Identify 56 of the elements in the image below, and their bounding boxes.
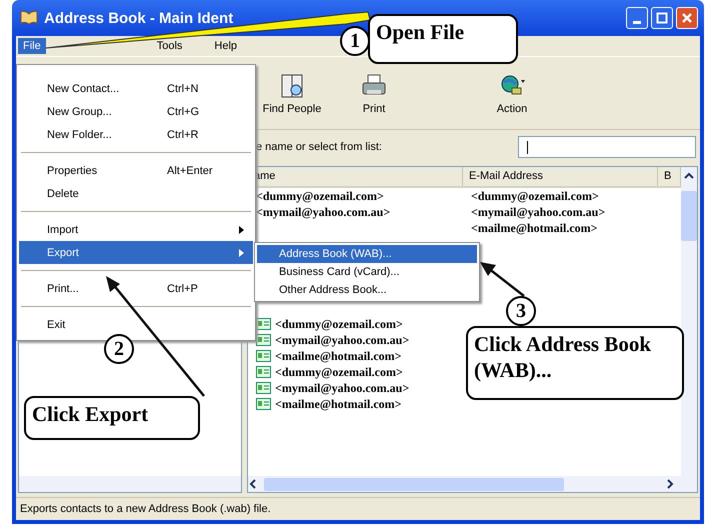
table-cell: <dummy@ozemail.com> (256, 188, 384, 204)
vertical-scrollbar[interactable] (681, 167, 697, 492)
maximize-icon (656, 12, 668, 24)
contact-card-icon (256, 365, 271, 379)
status-bar: Exports contacts to a new Address Book (.wab) file. (16, 497, 700, 520)
close-icon (681, 12, 693, 24)
table-cell: <mymail@yahoo.com.au> (256, 204, 390, 220)
menu-item[interactable]: File (18, 38, 46, 54)
menu-item[interactable]: Export (19, 241, 253, 264)
table-cell: <mymail@yahoo.com.au> (471, 204, 606, 220)
submenu-arrow-icon (239, 248, 245, 256)
table-cell: <dummy@ozemail.com> (275, 364, 403, 380)
menu-item[interactable]: Exit (19, 313, 253, 336)
minimize-button[interactable] (626, 7, 648, 29)
table-cell: <mailme@hotmail.com> (275, 348, 402, 364)
toolbar-button[interactable]: Action (476, 70, 548, 116)
search-field[interactable] (518, 136, 696, 158)
book-icon (20, 10, 38, 26)
scroll-thumb[interactable] (681, 191, 697, 241)
table-cell: <dummy@ozemail.com> (275, 316, 403, 332)
menu-item[interactable]: New Group... Ctrl+G (19, 100, 253, 123)
callout-box: Click Address Book (WAB)... (466, 326, 684, 400)
search-label: e name or select from list: (256, 141, 383, 153)
horizontal-scrollbar[interactable] (19, 476, 241, 492)
scroll-up-icon[interactable] (684, 171, 694, 181)
contact-card-icon (256, 333, 271, 347)
table-cell: <mailme@hotmail.com> (275, 396, 402, 412)
pointer-arrow (480, 262, 525, 297)
menu-item[interactable]: New Folder... Ctrl+R (19, 123, 253, 146)
menu-item[interactable]: New Contact... Ctrl+N (19, 77, 253, 100)
contact-card-icon (256, 317, 271, 331)
horizontal-scrollbar[interactable] (248, 476, 681, 492)
column-header[interactable]: E-Mail Address (463, 167, 658, 186)
table-cell: <mymail@yahoo.com.au> (275, 332, 410, 348)
menu-item[interactable]: Other Address Book... (257, 281, 477, 299)
contact-card-icon (256, 349, 271, 363)
menu-item[interactable]: Help (209, 38, 242, 54)
toolbar-button[interactable]: Find People (256, 70, 328, 116)
menu-item[interactable]: Business Card (vCard)... (257, 263, 477, 281)
callout-box: Open File (368, 14, 518, 64)
close-button[interactable] (676, 7, 698, 29)
submenu-arrow-icon (239, 226, 245, 234)
table-cell: <mailme@hotmail.com> (471, 220, 598, 236)
menu-item[interactable]: Print... Ctrl+P (19, 277, 253, 300)
table-cell: <mymail@yahoo.com.au> (275, 380, 410, 396)
contact-card-icon (256, 397, 271, 411)
minimize-icon (633, 20, 641, 24)
menu-item[interactable]: Tools (152, 38, 188, 54)
table-cell: <dummy@ozemail.com> (471, 188, 599, 204)
contact-card-icon (256, 381, 271, 395)
toolbar-button[interactable]: Print (338, 70, 410, 116)
window-title: Address Book - Main Ident (44, 10, 234, 26)
menu-item[interactable]: Address Book (WAB)... (257, 245, 477, 263)
maximize-button[interactable] (651, 7, 673, 29)
menu-item[interactable]: Import (19, 218, 253, 241)
callout-box: Click Export (24, 396, 200, 440)
